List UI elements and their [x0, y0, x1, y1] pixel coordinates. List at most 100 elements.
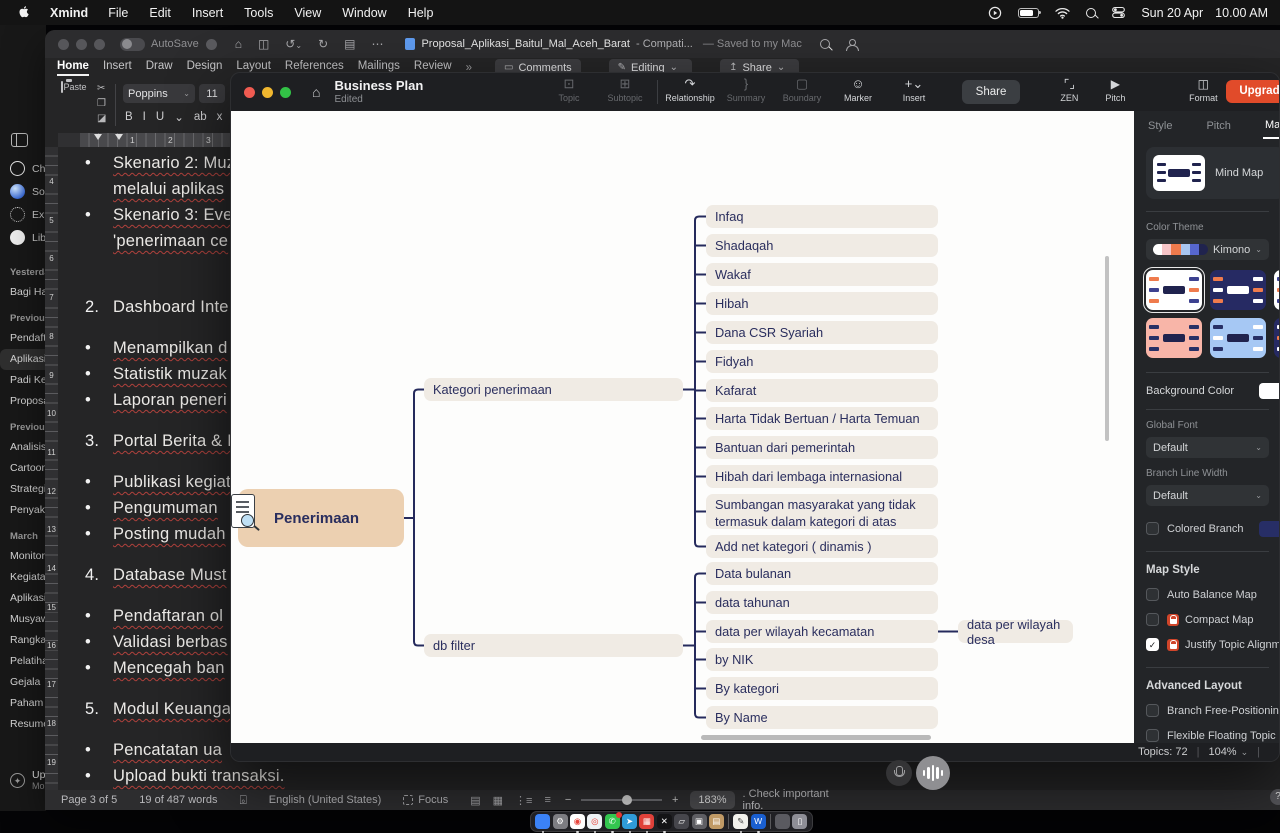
chat-history-item[interactable]: Aplikasi — [0, 588, 46, 609]
waveform-button[interactable] — [916, 756, 950, 790]
word-traffic-lights[interactable] — [58, 39, 112, 50]
ribbon-tab[interactable]: Insert — [103, 60, 132, 76]
subtopic[interactable]: Hibah dari lembaga internasional — [706, 465, 938, 488]
color-theme-select[interactable]: Kimono ⌄ — [1146, 239, 1269, 260]
subtopic[interactable]: Fidyah — [706, 350, 938, 373]
sidebar-nav-item[interactable]: Cha — [0, 157, 46, 180]
microphone-icon[interactable] — [886, 760, 912, 786]
zoom-slider[interactable] — [581, 799, 662, 801]
chat-history-item[interactable]: Rangkai — [0, 630, 46, 651]
dock-notes-icon[interactable]: ✎ — [733, 814, 748, 829]
canvas-zoom-level[interactable]: 104% — [1208, 746, 1236, 758]
home-icon[interactable]: ⌂ — [235, 37, 242, 51]
central-topic[interactable]: Penerimaan — [238, 489, 404, 547]
undo-icon[interactable]: ↺⌄ — [285, 37, 302, 51]
panel-tab[interactable]: Pitch — [1204, 114, 1232, 138]
dock-books-icon[interactable]: ▤ — [709, 814, 724, 829]
theme-thumbnail[interactable] — [1210, 270, 1266, 310]
theme-thumbnail[interactable] — [1274, 270, 1280, 310]
menu-item[interactable]: Edit — [149, 6, 171, 20]
subtopic[interactable]: Kafarat — [706, 379, 938, 402]
indent-marker[interactable] — [94, 134, 102, 140]
menubar-date[interactable]: Sun 20 Apr — [1141, 6, 1203, 20]
menu-item[interactable]: Window — [342, 6, 386, 20]
theme-thumbnail[interactable] — [1210, 318, 1266, 358]
dock-xmind-icon[interactable]: ✕ — [657, 814, 672, 829]
help-button[interactable]: ? — [1270, 789, 1280, 805]
more-toolbar-icon[interactable]: ⋯ — [371, 37, 383, 51]
xmind-traffic-lights[interactable] — [244, 87, 298, 98]
branch-line-width-select[interactable]: Default⌄ — [1146, 485, 1269, 506]
dock-telegram-icon[interactable]: ➤ — [622, 814, 637, 829]
ribbon-tab[interactable]: Home — [57, 60, 89, 76]
main-topic[interactable]: Kategori penerimaan — [424, 378, 683, 401]
zoom-out-button[interactable]: − — [565, 794, 571, 806]
subtopic[interactable]: Wakaf — [706, 263, 938, 286]
option-checkbox[interactable] — [1146, 588, 1159, 601]
chat-history-item[interactable]: Musyaw — [0, 609, 46, 630]
format-button[interactable]: B — [125, 111, 133, 123]
subtopic[interactable]: Data bulanan — [706, 562, 938, 585]
menu-item[interactable]: Tools — [244, 6, 273, 20]
dock-whatsapp-icon[interactable]: ✆ — [605, 814, 620, 829]
colored-branch-checkbox[interactable] — [1146, 522, 1159, 535]
subtopic[interactable]: Hibah — [706, 292, 938, 315]
focus-button[interactable]: Focus — [403, 794, 448, 806]
dock-folder-icon[interactable]: ▱ — [674, 814, 689, 829]
background-color-swatch[interactable] — [1259, 383, 1280, 399]
word-count[interactable]: 19 of 487 words — [139, 794, 217, 806]
indent-marker[interactable] — [115, 134, 123, 140]
dock-finder-icon[interactable] — [535, 814, 550, 829]
main-topic[interactable]: db filter — [424, 634, 683, 657]
subtopic[interactable]: data per wilayah desa — [958, 620, 1073, 643]
chat-history-item[interactable]: Padi Ken — [0, 370, 46, 391]
redo-icon[interactable]: ↻ — [318, 37, 328, 51]
structure-card[interactable]: Mind Map — [1146, 147, 1280, 199]
format-painter-icon[interactable]: ◪ — [97, 111, 106, 126]
theme-thumbnail[interactable] — [1146, 270, 1202, 310]
dock-browser-icon[interactable]: ◎ — [587, 814, 602, 829]
chat-history-item[interactable]: Cartoon — [0, 458, 46, 479]
tool-relationship-button[interactable]: ↷Relationship — [662, 76, 718, 103]
ribbon-tab[interactable]: Design — [187, 60, 223, 76]
chat-history-item[interactable]: Kegiatan — [0, 567, 46, 588]
dock-system-settings-icon[interactable]: ⚙ — [553, 814, 568, 829]
menu-item[interactable]: View — [294, 6, 321, 20]
tool-insert-button[interactable]: +⌄Insert — [886, 76, 942, 103]
subtopic[interactable]: Infaq — [706, 205, 938, 228]
chat-history-item[interactable]: Bagi Has — [0, 282, 46, 303]
font-family-select[interactable]: Poppins⌄ — [123, 84, 195, 103]
xmind-share-button[interactable]: Share — [962, 80, 1021, 104]
format-panel-button[interactable]: ◫Format — [1180, 77, 1226, 103]
chat-history-item[interactable]: Pendafta — [0, 328, 46, 349]
chat-history-item[interactable]: Proposa — [0, 391, 46, 412]
menu-item[interactable]: Insert — [192, 6, 223, 20]
format-button[interactable]: ⌄ — [174, 110, 184, 124]
menubar-clock[interactable]: 10.00 AM — [1215, 6, 1268, 20]
chat-history-item[interactable]: Penyakit — [0, 500, 46, 521]
spotlight-search-icon[interactable] — [1086, 8, 1096, 18]
chat-history-item[interactable]: Strategi — [0, 479, 46, 500]
global-font-select[interactable]: Default⌄ — [1146, 437, 1269, 458]
dock-minimized-window-icon[interactable] — [775, 814, 790, 829]
theme-thumbnail[interactable] — [1146, 318, 1202, 358]
menu-item[interactable]: Help — [408, 6, 434, 20]
chat-history-item[interactable]: Analisis — [0, 437, 46, 458]
paste-button[interactable]: Paste — [57, 82, 91, 92]
pitch-mode-button[interactable]: ▶Pitch — [1092, 77, 1138, 103]
chat-history-item[interactable]: Aplikasi — [0, 349, 46, 370]
print-layout-view-icon[interactable]: ▤ — [470, 794, 480, 807]
autosave-toggle[interactable]: AutoSave — [120, 38, 217, 51]
cut-icon[interactable]: ✂ — [97, 81, 106, 96]
format-button[interactable]: I — [143, 111, 146, 123]
subtopic[interactable]: Bantuan dari pemerintah — [706, 436, 938, 459]
language-indicator[interactable]: English (United States) — [269, 794, 382, 806]
proofing-icon[interactable]: ⌻ — [240, 793, 247, 808]
outline-view-icon[interactable]: ⋮≡ — [515, 794, 532, 807]
xmind-home-icon[interactable]: ⌂ — [312, 84, 320, 100]
dock-word-icon[interactable]: W — [751, 814, 766, 829]
page-indicator[interactable]: Page 3 of 5 — [61, 794, 117, 806]
dock-photo-booth-icon[interactable]: ▣ — [692, 814, 707, 829]
theme-thumbnail[interactable] — [1274, 318, 1280, 358]
option-checkbox[interactable] — [1146, 704, 1159, 717]
